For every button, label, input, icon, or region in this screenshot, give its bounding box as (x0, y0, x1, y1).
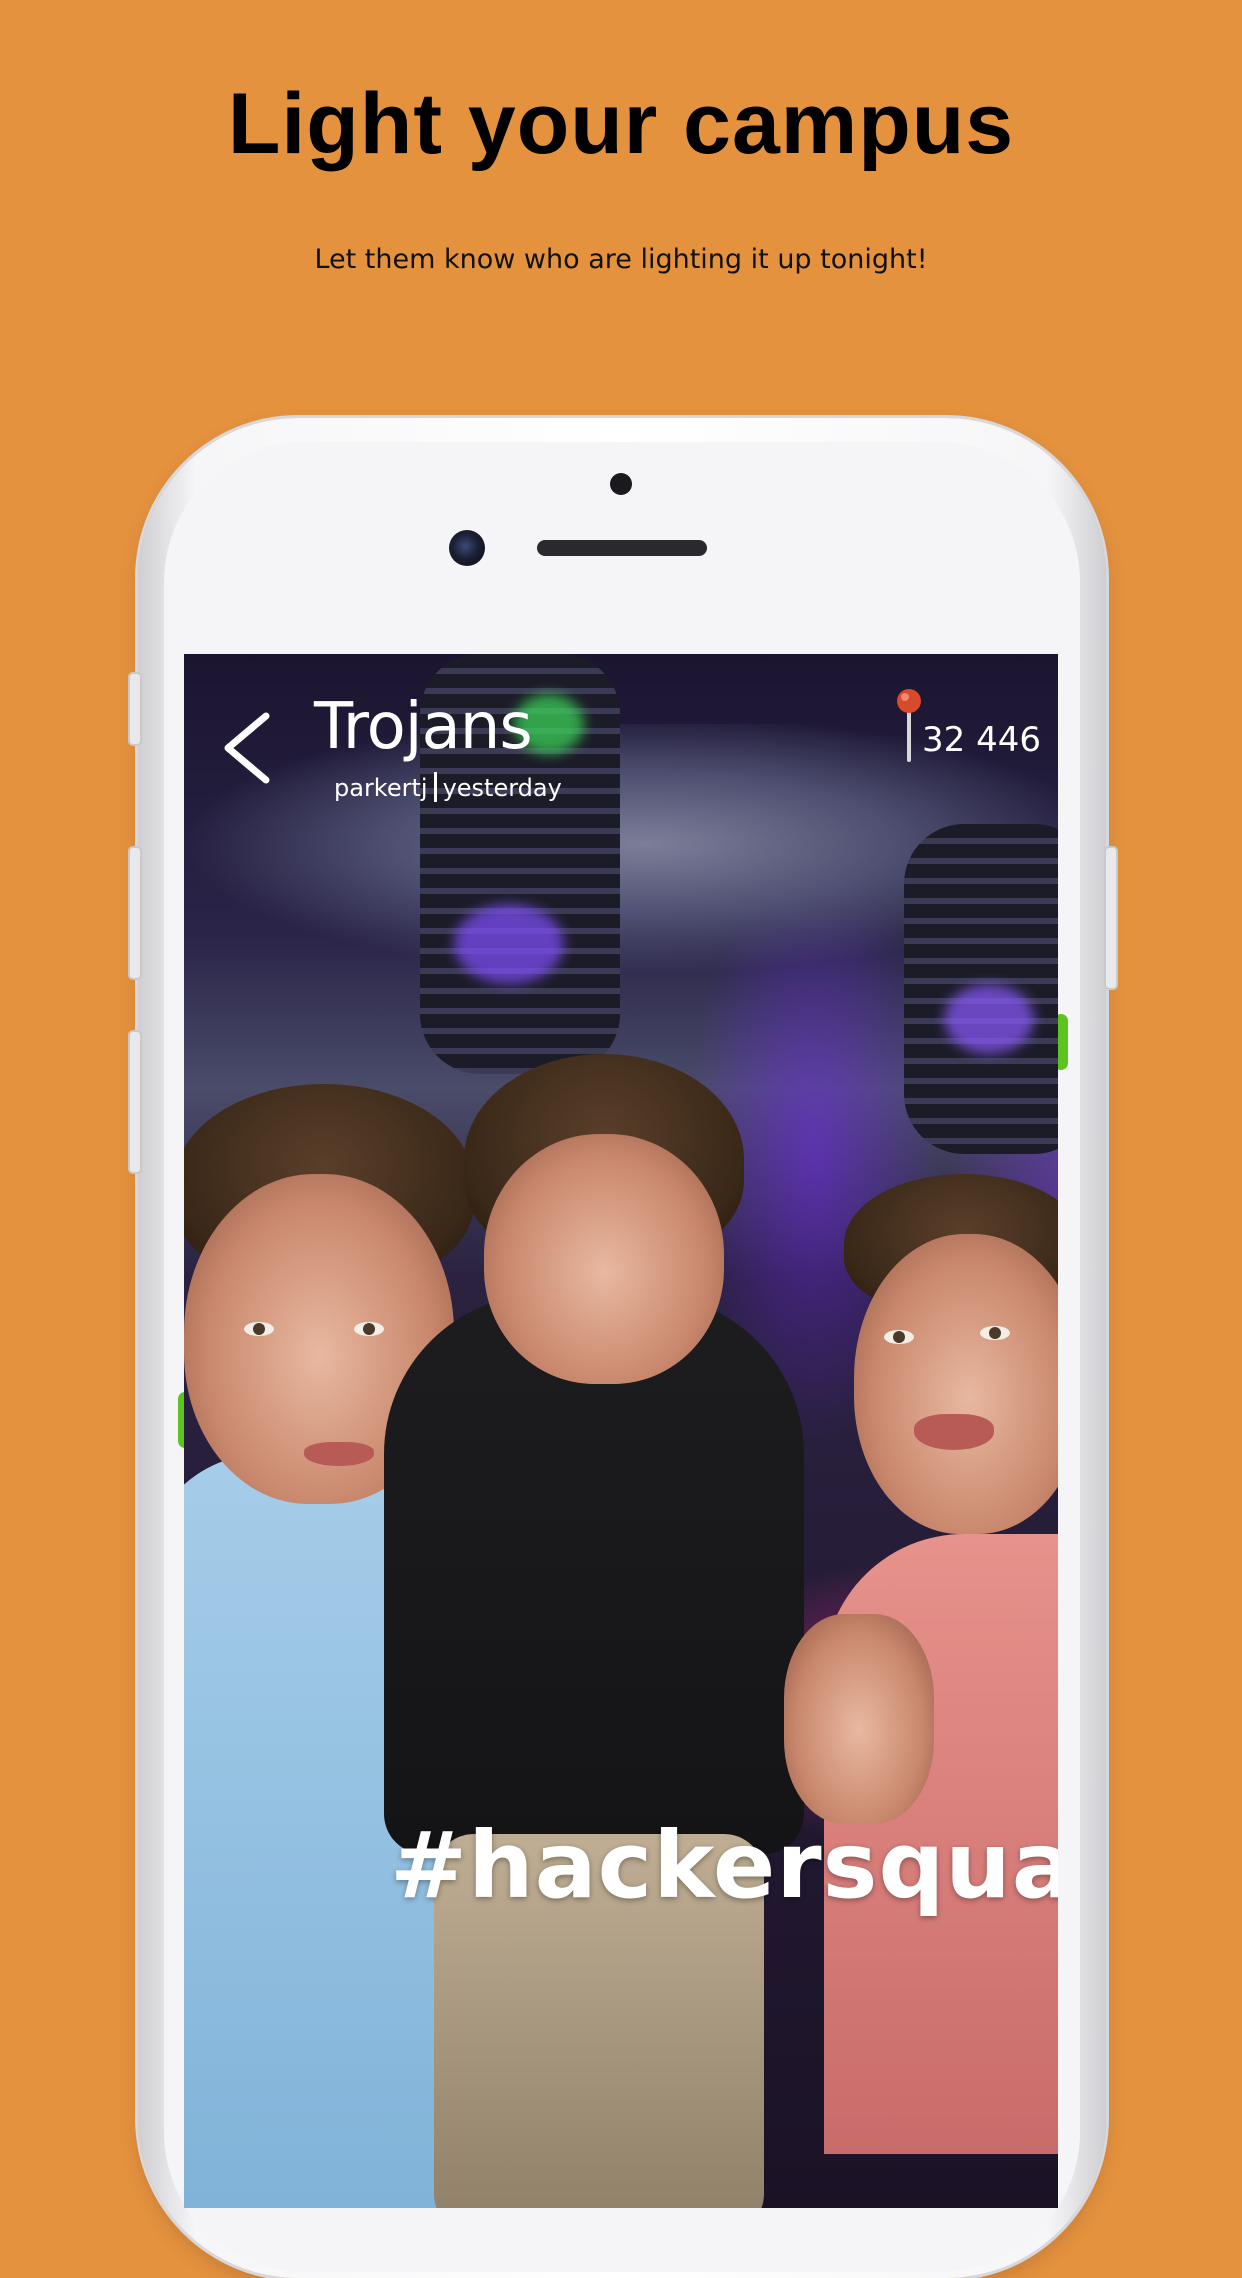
photo-face (854, 1234, 1058, 1534)
power-button (1104, 846, 1118, 990)
photo-eye (884, 1330, 914, 1344)
story-meta: parkertj yesterday (334, 772, 562, 802)
photo-eye (244, 1322, 274, 1336)
story-caption: #hackersquad (390, 1812, 1058, 1919)
photo-face (484, 1134, 724, 1384)
headline: Light your campus (227, 76, 1015, 172)
volume-down-button (128, 1030, 142, 1174)
chevron-left-icon[interactable] (218, 710, 278, 786)
photo-eye (354, 1322, 384, 1336)
earpiece-speaker (537, 540, 707, 556)
map-pin-icon (897, 689, 921, 762)
photo-eye (980, 1326, 1010, 1340)
photo-purple-light (454, 904, 564, 984)
photo-peace-sign-hand (784, 1614, 934, 1824)
story-author[interactable]: parkertj (334, 774, 428, 802)
photo-mouth (914, 1414, 994, 1450)
front-camera (449, 530, 485, 566)
photo-purple-light (944, 984, 1034, 1054)
volume-up-button (128, 846, 142, 980)
story-time: yesterday (442, 774, 562, 802)
story-title: Trojans (314, 690, 533, 764)
subheadline: Let them know who are lighting it up ton… (314, 244, 928, 275)
story-screen[interactable]: Trojans parkertj yesterday 32 446 #hacker… (184, 654, 1058, 2208)
photo-mouth (304, 1442, 374, 1466)
view-count: 32 446 (922, 720, 1041, 760)
proximity-sensor (610, 473, 632, 495)
mute-switch (128, 672, 142, 746)
meta-divider (433, 772, 437, 802)
